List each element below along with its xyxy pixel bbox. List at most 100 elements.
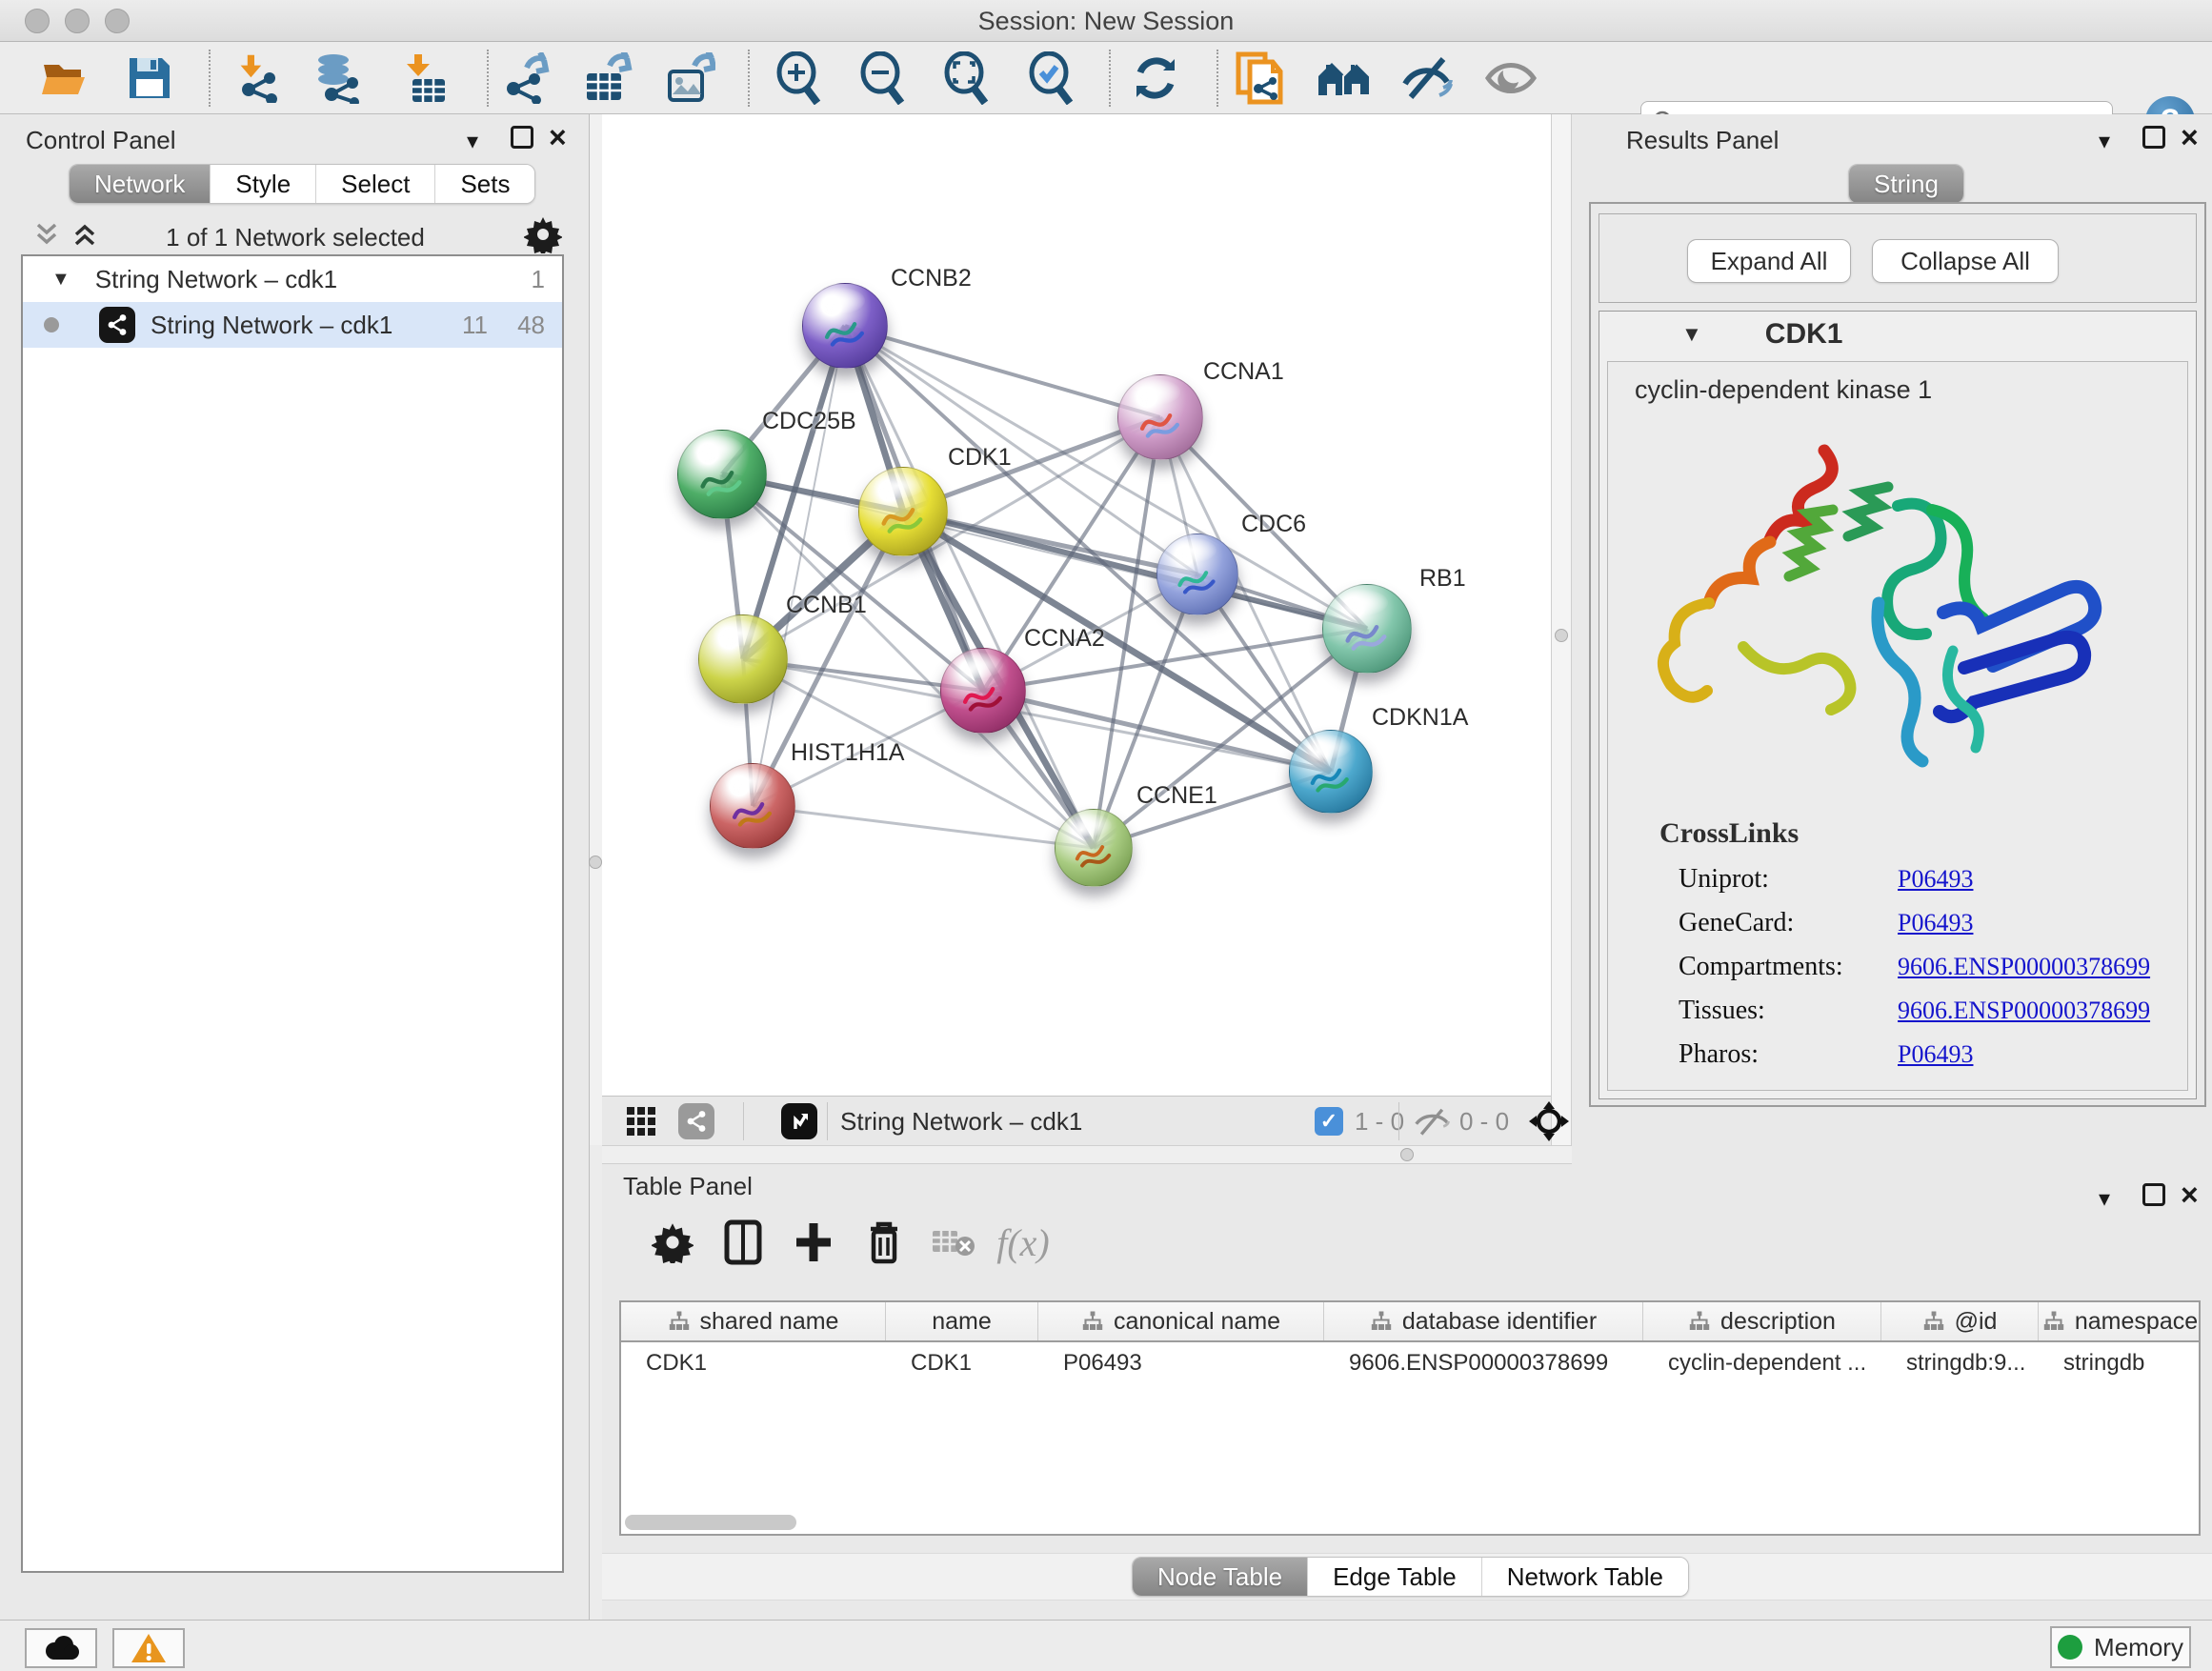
network-node-ccne1[interactable] (1055, 809, 1133, 887)
network-node-ccnb2[interactable] (802, 283, 888, 369)
tab-string[interactable]: String (1849, 165, 1963, 203)
tab-network-table[interactable]: Network Table (1482, 1558, 1688, 1596)
collapse-all-chevron-icon[interactable] (32, 221, 63, 248)
open-session-button[interactable] (38, 51, 93, 105)
crosslink-value[interactable]: P06493 (1898, 1040, 1973, 1069)
string-view-button[interactable] (678, 1097, 714, 1146)
network-node-ccna1[interactable] (1117, 374, 1203, 460)
horizontal-scrollbar[interactable] (625, 1515, 796, 1530)
table-cell[interactable]: cyclin-dependent ... (1643, 1342, 1881, 1384)
export-network-button[interactable] (498, 51, 553, 105)
cloud-status-button[interactable] (25, 1628, 97, 1668)
network-node-cdkn1a[interactable] (1289, 730, 1373, 814)
delete-column-button[interactable] (854, 1212, 915, 1273)
expand-all-chevron-icon[interactable] (70, 221, 101, 248)
tab-edge-table[interactable]: Edge Table (1308, 1558, 1482, 1596)
column-header-namespace[interactable]: namespace (2039, 1302, 2201, 1340)
crosslink-value[interactable]: P06493 (1898, 909, 1973, 937)
show-columns-button[interactable] (713, 1212, 774, 1273)
hide-selected-button[interactable] (1400, 51, 1456, 105)
function-builder-button[interactable]: f(x) (993, 1212, 1054, 1273)
crosslink-value[interactable]: 9606.ENSP00000378699 (1898, 953, 2150, 981)
right-splitter[interactable] (1551, 114, 1572, 1145)
network-edge[interactable] (753, 806, 1094, 848)
left-splitter[interactable] (590, 114, 602, 1145)
network-node-ccnb1[interactable] (698, 614, 788, 704)
gene-section-header[interactable]: ▼ CDK1 (1599, 312, 2196, 357)
panel-menu-icon[interactable]: ▾ (2099, 128, 2110, 155)
network-from-selection-button[interactable] (1233, 51, 1288, 105)
network-node-rb1[interactable] (1322, 584, 1412, 674)
network-node-hist1h1a[interactable] (710, 763, 795, 849)
float-panel-icon[interactable] (2142, 126, 2165, 155)
expander-triangle-icon[interactable]: ▼ (51, 269, 70, 291)
tab-select[interactable]: Select (316, 165, 435, 203)
maximize-window-icon[interactable] (105, 9, 130, 33)
network-node-ccna2[interactable] (940, 648, 1026, 734)
delete-table-button[interactable] (922, 1212, 983, 1273)
minimize-window-icon[interactable] (65, 9, 90, 33)
tab-style[interactable]: Style (211, 165, 316, 203)
gear-icon[interactable] (524, 215, 562, 253)
table-cell[interactable]: CDK1 (621, 1342, 886, 1384)
import-network-database-button[interactable] (311, 51, 366, 105)
show-hidden-button[interactable] (1483, 51, 1538, 105)
zoom-selected-button[interactable] (1023, 51, 1078, 105)
table-settings-button[interactable] (642, 1212, 703, 1273)
import-table-button[interactable] (397, 51, 452, 105)
selected-count-indicator[interactable]: ✓ 1 - 0 (1315, 1097, 1404, 1146)
network-collection-row[interactable]: ▼ String Network – cdk1 1 (23, 256, 562, 302)
tab-node-table[interactable]: Node Table (1133, 1558, 1308, 1596)
network-node-cdk1[interactable] (858, 467, 948, 556)
table-cell[interactable]: stringdb:9... (1881, 1342, 2039, 1384)
column-header-description[interactable]: description (1643, 1302, 1881, 1340)
memory-button[interactable]: Memory (2050, 1626, 2191, 1668)
tab-sets[interactable]: Sets (435, 165, 534, 203)
network-edge[interactable] (845, 326, 1094, 848)
table-cell[interactable]: stringdb (2039, 1342, 2201, 1384)
crosslink-value[interactable]: P06493 (1898, 865, 1973, 894)
navigator-button[interactable] (1528, 1097, 1570, 1146)
zoom-out-button[interactable] (855, 51, 910, 105)
save-session-button[interactable] (122, 51, 177, 105)
network-row-selected[interactable]: String Network – cdk1 11 48 (23, 302, 562, 348)
refresh-button[interactable] (1128, 51, 1183, 105)
network-node-cdc25b[interactable] (677, 430, 767, 519)
column-header-name[interactable]: name (886, 1302, 1038, 1340)
column-header-canonical-name[interactable]: canonical name (1038, 1302, 1324, 1340)
float-panel-icon[interactable] (511, 126, 533, 155)
network-edge[interactable] (903, 512, 1331, 772)
column-header-shared-name[interactable]: shared name (621, 1302, 886, 1340)
network-edge[interactable] (983, 691, 1331, 772)
table-cell[interactable]: CDK1 (886, 1342, 1038, 1384)
network-node-cdc6[interactable] (1156, 534, 1238, 615)
table-cell[interactable]: 9606.ENSP00000378699 (1324, 1342, 1643, 1384)
export-table-button[interactable] (579, 51, 634, 105)
hidden-count-indicator[interactable]: 0 - 0 (1414, 1097, 1509, 1146)
table-row[interactable]: CDK1CDK1P064939606.ENSP00000378699cyclin… (621, 1342, 2199, 1384)
create-column-button[interactable] (783, 1212, 844, 1273)
network-view[interactable]: CCNB2CCNA1CDC25BCDK1CDC6RB1CCNB1CCNA2CDK… (602, 114, 1551, 1096)
column-header-database-identifier[interactable]: database identifier (1324, 1302, 1643, 1340)
zoom-fit-button[interactable] (938, 51, 994, 105)
splitter-handle[interactable] (1555, 629, 1568, 642)
zoom-in-button[interactable] (771, 51, 826, 105)
splitter-handle[interactable] (589, 856, 602, 869)
close-panel-icon[interactable]: × (2181, 120, 2199, 155)
splitter-handle[interactable] (1400, 1148, 1414, 1161)
node-table[interactable]: shared namenamecanonical namedatabase id… (619, 1300, 2201, 1536)
close-panel-icon[interactable]: × (549, 120, 567, 155)
tab-network[interactable]: Network (70, 165, 211, 203)
import-network-file-button[interactable] (231, 51, 286, 105)
expander-triangle-icon[interactable]: ▼ (1681, 322, 1702, 347)
houses-button[interactable] (1317, 51, 1372, 105)
column-header--id[interactable]: @id (1881, 1302, 2039, 1340)
warnings-button[interactable] (112, 1628, 185, 1668)
panel-menu-icon[interactable]: ▾ (467, 128, 478, 155)
expand-all-button[interactable]: Expand All (1687, 239, 1851, 283)
table-cell[interactable]: P06493 (1038, 1342, 1324, 1384)
close-window-icon[interactable] (25, 9, 50, 33)
export-image-button[interactable] (662, 51, 717, 105)
collapse-all-button[interactable]: Collapse All (1872, 239, 2059, 283)
grid-view-button[interactable] (625, 1097, 657, 1146)
